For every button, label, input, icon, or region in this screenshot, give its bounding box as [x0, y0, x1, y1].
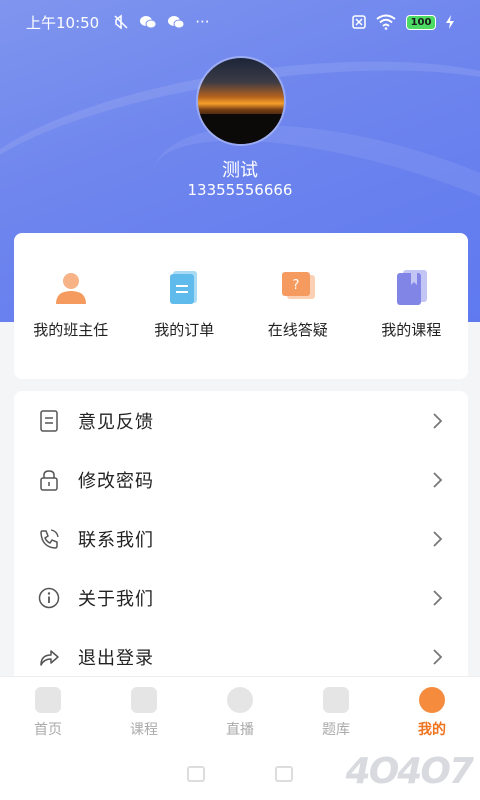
quick-link-label: 我的课程: [381, 321, 442, 339]
settings-menu: 意见反馈 修改密码 联系我们 关于我们 退出登录: [14, 391, 468, 686]
chevron-right-icon: [433, 530, 443, 547]
question-icon: ?: [281, 272, 315, 299]
menu-item-label: 关于我们: [78, 588, 154, 610]
user-phone: 13355556666: [187, 181, 293, 199]
quick-link-label: 在线答疑: [267, 321, 328, 339]
chevron-right-icon: [433, 648, 443, 665]
status-time: 上午10:50: [26, 13, 100, 32]
charging-icon: [446, 15, 454, 29]
user-name: 测试: [222, 160, 258, 181]
menu-item-label: 意见反馈: [78, 411, 154, 433]
status-bar: 上午10:50 ··· 100: [0, 0, 480, 44]
feedback-icon: [38, 409, 60, 432]
tab-course[interactable]: 课程: [96, 677, 192, 748]
status-icons: ···: [113, 13, 210, 31]
quick-link-course[interactable]: 我的课程: [361, 267, 461, 379]
battery-icon: 100: [406, 14, 436, 30]
chevron-right-icon: [433, 412, 443, 429]
course-tab-icon: [131, 686, 157, 713]
tab-label: 首页: [34, 721, 62, 738]
order-icon: [170, 271, 198, 304]
home-nav-icon[interactable]: [275, 766, 293, 782]
mute-icon: [114, 14, 128, 30]
quick-link-teacher[interactable]: 我的班主任: [21, 267, 121, 379]
menu-item-label: 退出登录: [78, 647, 154, 669]
tab-home[interactable]: 首页: [0, 677, 96, 748]
menu-item-label: 联系我们: [78, 529, 154, 551]
tab-live[interactable]: 直播: [192, 677, 288, 748]
tab-question-bank[interactable]: 题库: [288, 677, 384, 748]
phone-icon: [38, 528, 60, 550]
quick-link-label: 我的订单: [154, 321, 215, 339]
sim-icon: [352, 15, 366, 29]
question-bank-icon: [323, 686, 349, 713]
watermark-logo: 4O4O7: [345, 751, 474, 792]
wifi-icon: [376, 14, 396, 30]
chevron-right-icon: [433, 471, 443, 488]
bottom-tab-bar: 首页 课程 直播 题库 我的: [0, 676, 480, 748]
course-icon: [397, 270, 428, 305]
wechat-icon: [168, 16, 185, 29]
home-icon: [35, 686, 61, 713]
menu-item-change-password[interactable]: 修改密码: [14, 450, 468, 509]
live-icon: [227, 686, 253, 713]
svg-text:?: ?: [292, 278, 299, 293]
menu-item-feedback[interactable]: 意见反馈: [14, 391, 468, 450]
quick-link-qa[interactable]: ? 在线答疑: [248, 267, 348, 379]
lock-icon: [38, 469, 60, 491]
profile-icon: [419, 686, 445, 713]
more-notifications: ···: [195, 13, 210, 31]
menu-item-about-us[interactable]: 关于我们: [14, 568, 468, 627]
tab-profile[interactable]: 我的: [384, 677, 480, 748]
info-icon: [38, 587, 60, 609]
tab-label: 课程: [130, 721, 158, 738]
quick-links-card: 我的班主任 我的订单 ? 在线答疑 我的课程: [14, 233, 468, 379]
tab-label: 题库: [322, 721, 350, 738]
quick-link-order[interactable]: 我的订单: [134, 267, 234, 379]
menu-item-contact-us[interactable]: 联系我们: [14, 509, 468, 568]
avatar-skyline: [198, 114, 284, 144]
avatar[interactable]: [198, 58, 284, 144]
wechat-icon: [140, 16, 157, 29]
chevron-right-icon: [433, 589, 443, 606]
teacher-icon: [55, 273, 86, 304]
tab-label: 直播: [226, 721, 254, 738]
menu-nav-icon[interactable]: [187, 766, 205, 782]
quick-link-label: 我的班主任: [33, 321, 109, 339]
logout-icon: [38, 646, 60, 668]
tab-label: 我的: [418, 721, 446, 738]
menu-item-label: 修改密码: [78, 470, 154, 492]
